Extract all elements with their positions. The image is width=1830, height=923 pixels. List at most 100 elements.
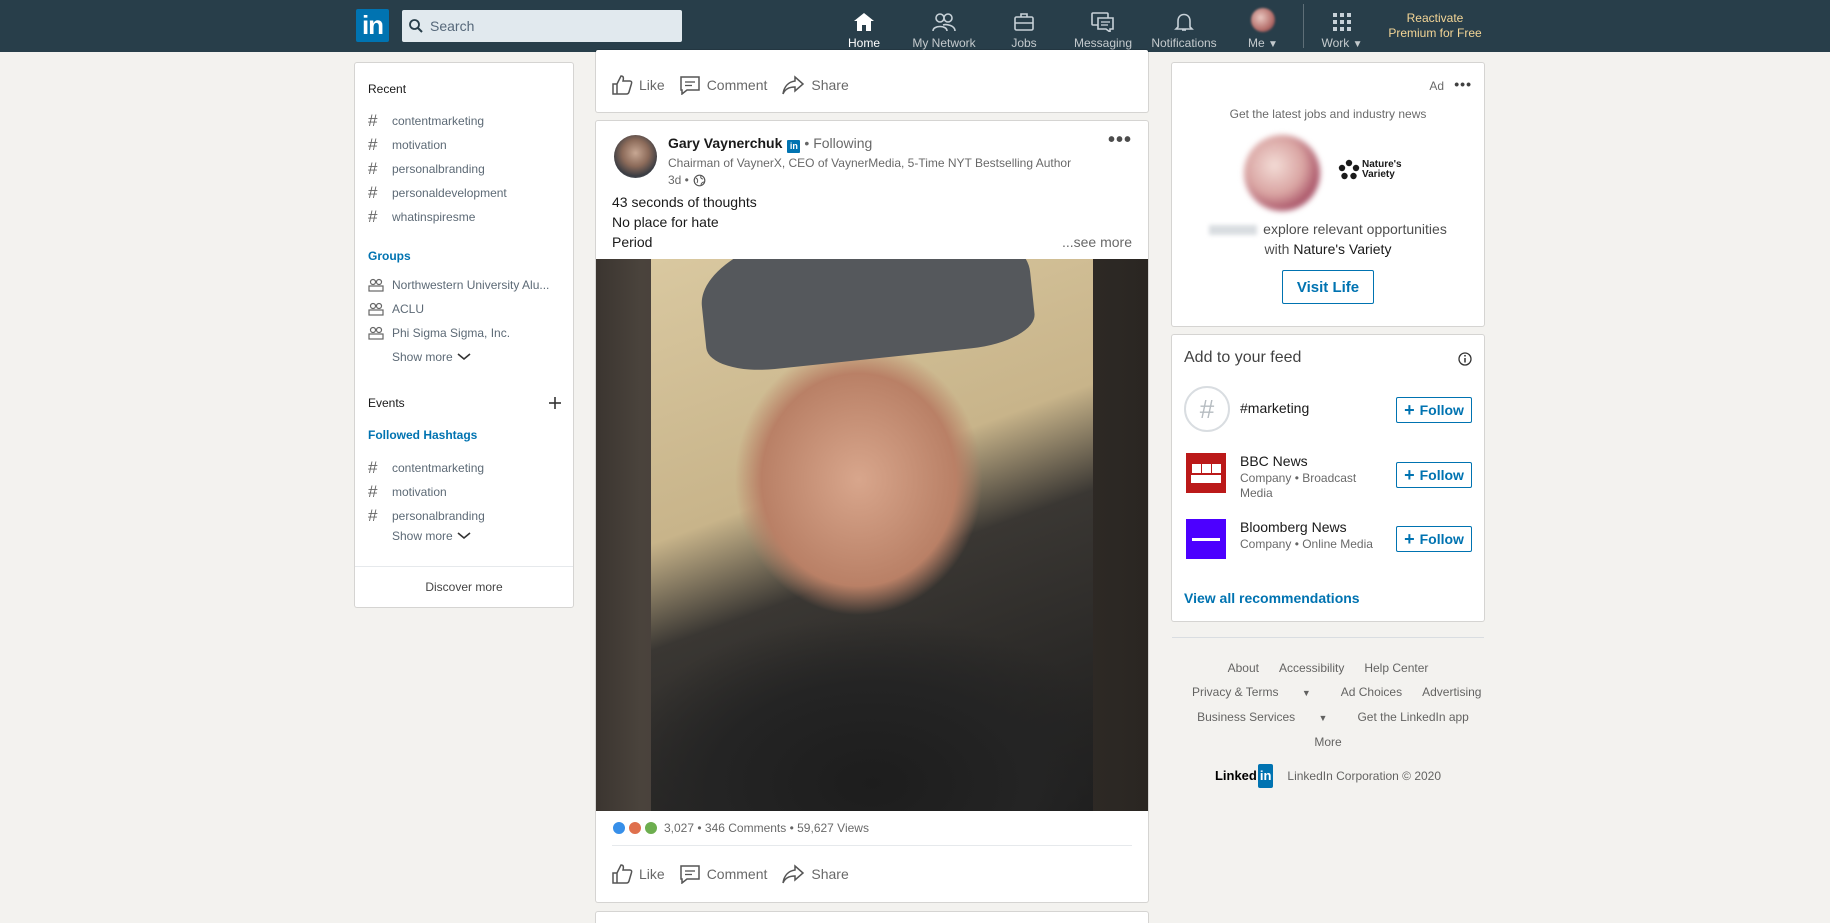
ad-body-with: with	[1264, 241, 1290, 257]
linkedin-influencer-icon: in	[787, 140, 801, 153]
post-card: Gary Vaynerchuk in • Following Chairman of…	[596, 121, 1148, 902]
feed-card-title: Add to your feed	[1184, 349, 1302, 366]
plus-icon[interactable]	[548, 396, 562, 410]
author-avatar[interactable]	[614, 135, 657, 178]
grid-icon	[1333, 13, 1351, 31]
group-item-label: ACLU	[392, 302, 425, 316]
love-reaction-icon	[628, 821, 642, 835]
more-options-icon[interactable]: •••	[1108, 129, 1132, 152]
search-box[interactable]: Search	[402, 10, 682, 42]
search-placeholder: Search	[430, 18, 475, 34]
footer-link[interactable]: Ad Choices	[1341, 685, 1402, 699]
nav-notifications[interactable]: Notifications	[1146, 6, 1222, 52]
nav-home-label: Home	[847, 36, 880, 50]
nav-work[interactable]: Work ▼	[1312, 6, 1372, 52]
recent-item[interactable]: # personaldevelopment	[368, 183, 507, 203]
chevron-down-icon	[457, 532, 471, 540]
share-label: Share	[811, 866, 849, 882]
post-text: 43 seconds of thoughts No place for hate…	[612, 192, 757, 252]
globe-icon	[693, 174, 706, 186]
social-counts[interactable]: 3,027 • 346 Comments • 59,627 Views	[612, 821, 869, 835]
ad-brand-logo: Nature's Variety	[1338, 159, 1402, 181]
hashtag-item-label: contentmarketing	[392, 461, 485, 475]
top-nav: in Search Home My Network Jobs Messaging…	[0, 0, 1830, 52]
post-video[interactable]	[596, 259, 1148, 811]
nav-my-network[interactable]: My Network	[906, 6, 982, 52]
follow-button[interactable]: + Follow	[1396, 397, 1472, 423]
post-text-line: Period	[612, 234, 653, 250]
visit-life-button[interactable]: Visit Life	[1282, 270, 1374, 304]
footer-link[interactable]: Business Services ▼	[1187, 710, 1337, 724]
hashtag-item[interactable]: # personalbranding	[368, 506, 485, 526]
groups-title[interactable]: Groups	[355, 249, 411, 263]
footer-link[interactable]: Help Center	[1364, 661, 1428, 675]
hashtag-icon: #	[368, 159, 378, 178]
author-name[interactable]: Gary Vaynerchuk	[668, 135, 782, 151]
footer-link[interactable]: About	[1228, 661, 1259, 675]
comment-button[interactable]: Comment	[679, 864, 767, 884]
follow-button[interactable]: + Follow	[1396, 526, 1472, 552]
briefcase-icon	[1014, 13, 1034, 31]
nav-jobs[interactable]: Jobs	[990, 6, 1058, 52]
ad-member-photo	[1244, 135, 1320, 211]
ad-tagline: Get the latest jobs and industry news	[1229, 107, 1427, 121]
info-icon[interactable]	[1458, 352, 1472, 366]
nav-jobs-label: Jobs	[1011, 36, 1037, 50]
hashtag-item-label: motivation	[392, 485, 447, 499]
footer-link[interactable]: More	[1314, 735, 1341, 749]
hashtag-item[interactable]: # motivation	[368, 482, 447, 502]
celebrate-reaction-icon	[644, 821, 658, 835]
share-button[interactable]: Share	[781, 75, 849, 95]
group-item[interactable]: Phi Sigma Sigma, Inc.	[368, 326, 510, 340]
recent-item[interactable]: # personalbranding	[368, 159, 485, 179]
follow-button[interactable]: + Follow	[1396, 462, 1472, 488]
left-sidebar: Recent # contentmarketing # motivation # pe…	[355, 63, 573, 607]
ad-body-brand: Nature's Variety	[1293, 241, 1392, 257]
recent-item[interactable]: # contentmarketing	[368, 111, 484, 131]
group-item-label: Phi Sigma Sigma, Inc.	[392, 326, 511, 340]
recent-item-label: personaldevelopment	[392, 186, 507, 200]
footer-link[interactable]: Advertising	[1422, 685, 1481, 699]
group-item[interactable]: Northwestern University Alu...	[368, 278, 549, 292]
see-more-link[interactable]: ...see more	[1062, 234, 1132, 250]
author-headline: Chairman of VaynerX, CEO of VaynerMedia,…	[668, 156, 1072, 170]
like-label: Like	[639, 866, 665, 882]
nav-messaging[interactable]: Messaging	[1064, 6, 1142, 52]
nav-home[interactable]: Home	[825, 6, 903, 52]
discover-more-button[interactable]: Discover more	[355, 566, 573, 607]
recommendation-sub: Company • Online Media	[1240, 537, 1373, 551]
footer-link[interactable]: Privacy & Terms ▼	[1182, 685, 1321, 699]
recent-item[interactable]: # motivation	[368, 135, 447, 155]
ad-options-icon[interactable]: •••	[1454, 76, 1472, 92]
comment-button[interactable]: Comment	[679, 75, 767, 95]
followed-hashtags-title[interactable]: Followed Hashtags	[355, 428, 477, 442]
post-time: 3d •	[668, 173, 689, 187]
social-counts-text: 3,027 • 346 Comments • 59,627 Views	[664, 821, 869, 835]
like-button[interactable]: Like	[611, 74, 665, 96]
plus-icon: +	[1404, 464, 1415, 485]
hashtag-item[interactable]: # contentmarketing	[368, 458, 484, 478]
hashtag-icon: #	[368, 207, 378, 226]
group-item[interactable]: ACLU	[368, 302, 424, 316]
nav-me[interactable]: Me ▼	[1236, 6, 1290, 52]
video-frame	[651, 259, 1093, 811]
premium-link[interactable]: Reactivate Premium for Free	[1380, 11, 1490, 41]
footer-link[interactable]: Accessibility	[1279, 661, 1344, 675]
linkedin-logo[interactable]: in	[356, 9, 389, 42]
footer-link[interactable]: Get the LinkedIn app	[1357, 710, 1468, 724]
view-all-recommendations-link[interactable]: View all recommendations	[1184, 590, 1360, 606]
linkedin-wordmark-logo: Linked in	[1215, 764, 1283, 788]
comment-icon	[679, 76, 700, 95]
ad-body: explore relevant opportunities with Natu…	[1172, 219, 1484, 259]
hashtag-icon: #	[368, 135, 378, 154]
next-post-card	[596, 912, 1148, 923]
plus-icon: +	[1404, 399, 1415, 420]
hashtags-show-more[interactable]: Show more	[392, 529, 471, 543]
groups-show-more[interactable]: Show more	[392, 350, 471, 364]
follow-label: Follow	[1419, 467, 1464, 483]
ad-label: Ad	[1429, 79, 1444, 93]
like-button[interactable]: Like	[611, 863, 665, 885]
recent-item[interactable]: # whatinspiresme	[368, 207, 475, 227]
people-icon	[932, 13, 956, 32]
share-button[interactable]: Share	[781, 864, 849, 884]
